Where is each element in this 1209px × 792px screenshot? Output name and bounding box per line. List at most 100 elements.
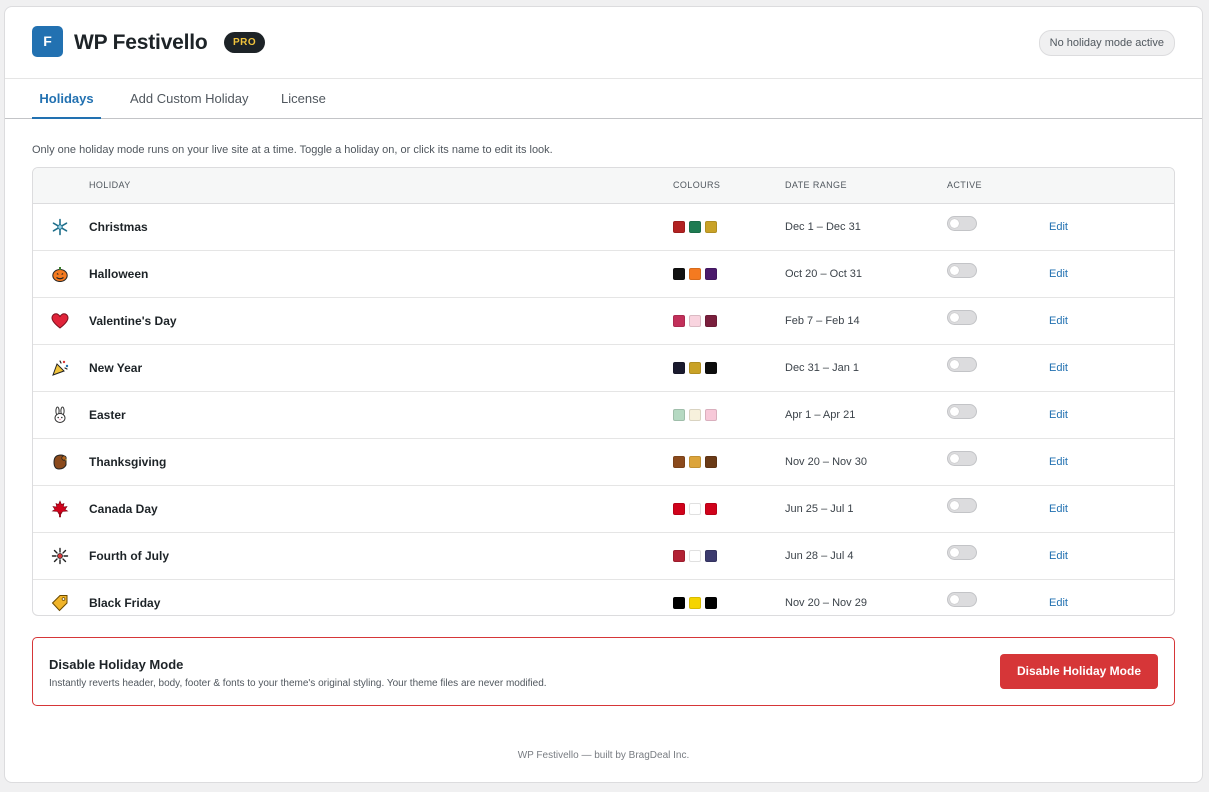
holiday-name[interactable]: New Year <box>89 345 142 391</box>
colour-swatch <box>673 503 685 515</box>
edit-link[interactable]: Edit <box>1049 533 1068 579</box>
table-row: New Year Dec 31 – Jan 1 Edit <box>33 345 1174 392</box>
colour-swatch <box>689 597 701 609</box>
active-cell <box>947 439 977 485</box>
column-header-active: ACTIVE <box>947 180 982 190</box>
intro-text: Only one holiday mode runs on your live … <box>32 144 553 156</box>
tab-add-custom-holiday[interactable]: Add Custom Holiday <box>130 79 249 117</box>
edit-link[interactable]: Edit <box>1049 392 1068 438</box>
active-toggle[interactable] <box>947 404 977 419</box>
active-cell <box>947 204 977 250</box>
table-row: Christmas Dec 1 – Dec 31 Edit <box>33 204 1174 251</box>
date-range: Jun 25 – Jul 1 <box>785 503 854 515</box>
date-range: Oct 20 – Oct 31 <box>785 268 863 280</box>
colour-swatch <box>689 221 701 233</box>
table-row: Valentine's Day Feb 7 – Feb 14 Edit <box>33 298 1174 345</box>
table-row: Black Friday Nov 20 – Nov 29 Edit <box>33 580 1174 615</box>
colour-swatches <box>673 298 717 344</box>
colour-swatch <box>689 456 701 468</box>
colour-swatches <box>673 345 717 391</box>
colour-swatch <box>705 362 717 374</box>
active-toggle[interactable] <box>947 498 977 513</box>
active-toggle[interactable] <box>947 310 977 325</box>
colour-swatch <box>689 550 701 562</box>
colour-swatches <box>673 439 717 485</box>
colour-swatches <box>673 392 717 438</box>
column-header-date-range: DATE RANGE <box>785 180 847 190</box>
date-range: Nov 20 – Nov 30 <box>785 456 867 468</box>
plugin-panel: F WP Festivello PRO No holiday mode acti… <box>4 6 1203 783</box>
holiday-name[interactable]: Valentine's Day <box>89 298 177 344</box>
active-toggle[interactable] <box>947 592 977 607</box>
colour-swatch <box>689 409 701 421</box>
disable-title: Disable Holiday Mode <box>49 657 184 672</box>
colour-swatches <box>673 580 717 615</box>
pro-badge: PRO <box>224 32 266 53</box>
colour-swatch <box>705 409 717 421</box>
colour-swatches <box>673 204 717 250</box>
party-popper-icon <box>48 345 72 391</box>
edit-link[interactable]: Edit <box>1049 204 1068 250</box>
colour-swatch <box>705 315 717 327</box>
holiday-name[interactable]: Easter <box>89 392 126 438</box>
turkey-icon <box>48 439 72 485</box>
pumpkin-icon <box>48 251 72 297</box>
colour-swatches <box>673 251 717 297</box>
edit-link[interactable]: Edit <box>1049 439 1068 485</box>
price-tag-icon <box>48 580 72 615</box>
colour-swatch <box>673 221 685 233</box>
colour-swatch <box>673 268 685 280</box>
active-cell <box>947 486 977 532</box>
holiday-name[interactable]: Thanksgiving <box>89 439 166 485</box>
colour-swatch <box>705 550 717 562</box>
column-header-holiday: HOLIDAY <box>89 180 131 190</box>
active-cell <box>947 533 977 579</box>
status-badge: No holiday mode active <box>1038 30 1175 56</box>
active-toggle[interactable] <box>947 263 977 278</box>
active-cell <box>947 580 977 615</box>
date-range: Nov 20 – Nov 29 <box>785 597 867 609</box>
active-toggle[interactable] <box>947 545 977 560</box>
edit-link[interactable]: Edit <box>1049 345 1068 391</box>
disable-holiday-mode-button[interactable]: Disable Holiday Mode <box>999 654 1158 689</box>
app-header: F WP Festivello PRO No holiday mode acti… <box>5 7 1202 79</box>
date-range: Apr 1 – Apr 21 <box>785 409 856 421</box>
date-range: Dec 31 – Jan 1 <box>785 362 859 374</box>
tab-license[interactable]: License <box>281 79 326 117</box>
edit-link[interactable]: Edit <box>1049 298 1068 344</box>
holiday-name[interactable]: Fourth of July <box>89 533 169 579</box>
active-cell <box>947 345 977 391</box>
edit-link[interactable]: Edit <box>1049 251 1068 297</box>
fireworks-icon <box>48 533 72 579</box>
table-row: Easter Apr 1 – Apr 21 Edit <box>33 392 1174 439</box>
colour-swatch <box>705 503 717 515</box>
active-toggle[interactable] <box>947 216 977 231</box>
colour-swatch <box>689 315 701 327</box>
edit-link[interactable]: Edit <box>1049 486 1068 532</box>
colour-swatch <box>673 362 685 374</box>
colour-swatch <box>705 268 717 280</box>
table-row: Canada Day Jun 25 – Jul 1 Edit <box>33 486 1174 533</box>
heart-icon <box>48 298 72 344</box>
active-toggle[interactable] <box>947 357 977 372</box>
date-range: Feb 7 – Feb 14 <box>785 315 860 327</box>
holiday-name[interactable]: Canada Day <box>89 486 158 532</box>
edit-link[interactable]: Edit <box>1049 580 1068 615</box>
holiday-name[interactable]: Halloween <box>89 251 148 297</box>
colour-swatch <box>689 268 701 280</box>
tab-holidays[interactable]: Holidays <box>32 79 101 119</box>
holiday-name[interactable]: Christmas <box>89 204 148 250</box>
holiday-table: HOLIDAY COLOURS DATE RANGE ACTIVE Christ… <box>32 167 1175 616</box>
colour-swatch <box>705 456 717 468</box>
disable-description: Instantly reverts header, body, footer &… <box>49 678 547 689</box>
colour-swatch <box>705 597 717 609</box>
app-logo: F <box>32 26 63 57</box>
disable-holiday-panel: Disable Holiday Mode Instantly reverts h… <box>32 637 1175 706</box>
date-range: Jun 28 – Jul 4 <box>785 550 854 562</box>
table-header: HOLIDAY COLOURS DATE RANGE ACTIVE <box>33 168 1174 204</box>
active-toggle[interactable] <box>947 451 977 466</box>
colour-swatches <box>673 486 717 532</box>
holiday-name[interactable]: Black Friday <box>89 580 160 615</box>
active-cell <box>947 392 977 438</box>
footer-credit: WP Festivello — built by BragDeal Inc. <box>517 750 690 761</box>
